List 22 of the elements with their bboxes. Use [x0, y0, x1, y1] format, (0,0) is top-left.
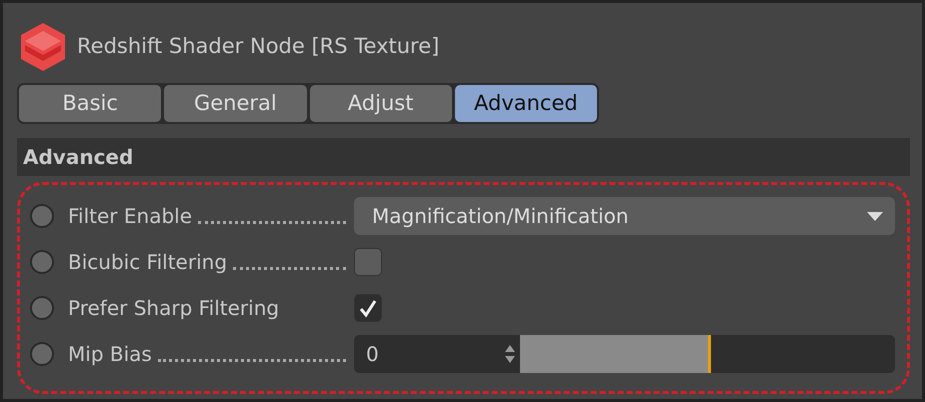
keyframe-radio[interactable] — [30, 296, 54, 320]
keyframe-radio[interactable] — [30, 204, 54, 228]
parameter-label: Mip Bias — [68, 341, 152, 368]
section-header: Advanced — [17, 138, 910, 176]
tab[interactable]: Adjust — [310, 85, 452, 122]
caret-icon — [867, 212, 883, 221]
checkmark-icon — [358, 298, 378, 318]
checkbox[interactable] — [354, 294, 382, 322]
parameter-label: Bicubic Filtering — [68, 249, 228, 276]
dropdown[interactable]: Magnification/Minification — [354, 197, 895, 236]
spinner-icon[interactable] — [504, 344, 516, 364]
keyframe-radio[interactable] — [30, 250, 54, 274]
tab[interactable]: General — [164, 85, 306, 122]
parameter-label: Filter Enable — [68, 203, 192, 230]
tab[interactable]: Advanced — [454, 85, 597, 122]
parameter-label: Prefer Sharp Filtering — [68, 295, 280, 322]
number-field[interactable]: 0 — [354, 335, 520, 374]
tab[interactable]: Basic — [19, 85, 162, 122]
window-title: Redshift Shader Node [RS Texture] — [77, 33, 440, 60]
checkbox[interactable] — [354, 248, 382, 276]
keyframe-radio[interactable] — [30, 342, 54, 366]
slider[interactable] — [520, 335, 895, 374]
